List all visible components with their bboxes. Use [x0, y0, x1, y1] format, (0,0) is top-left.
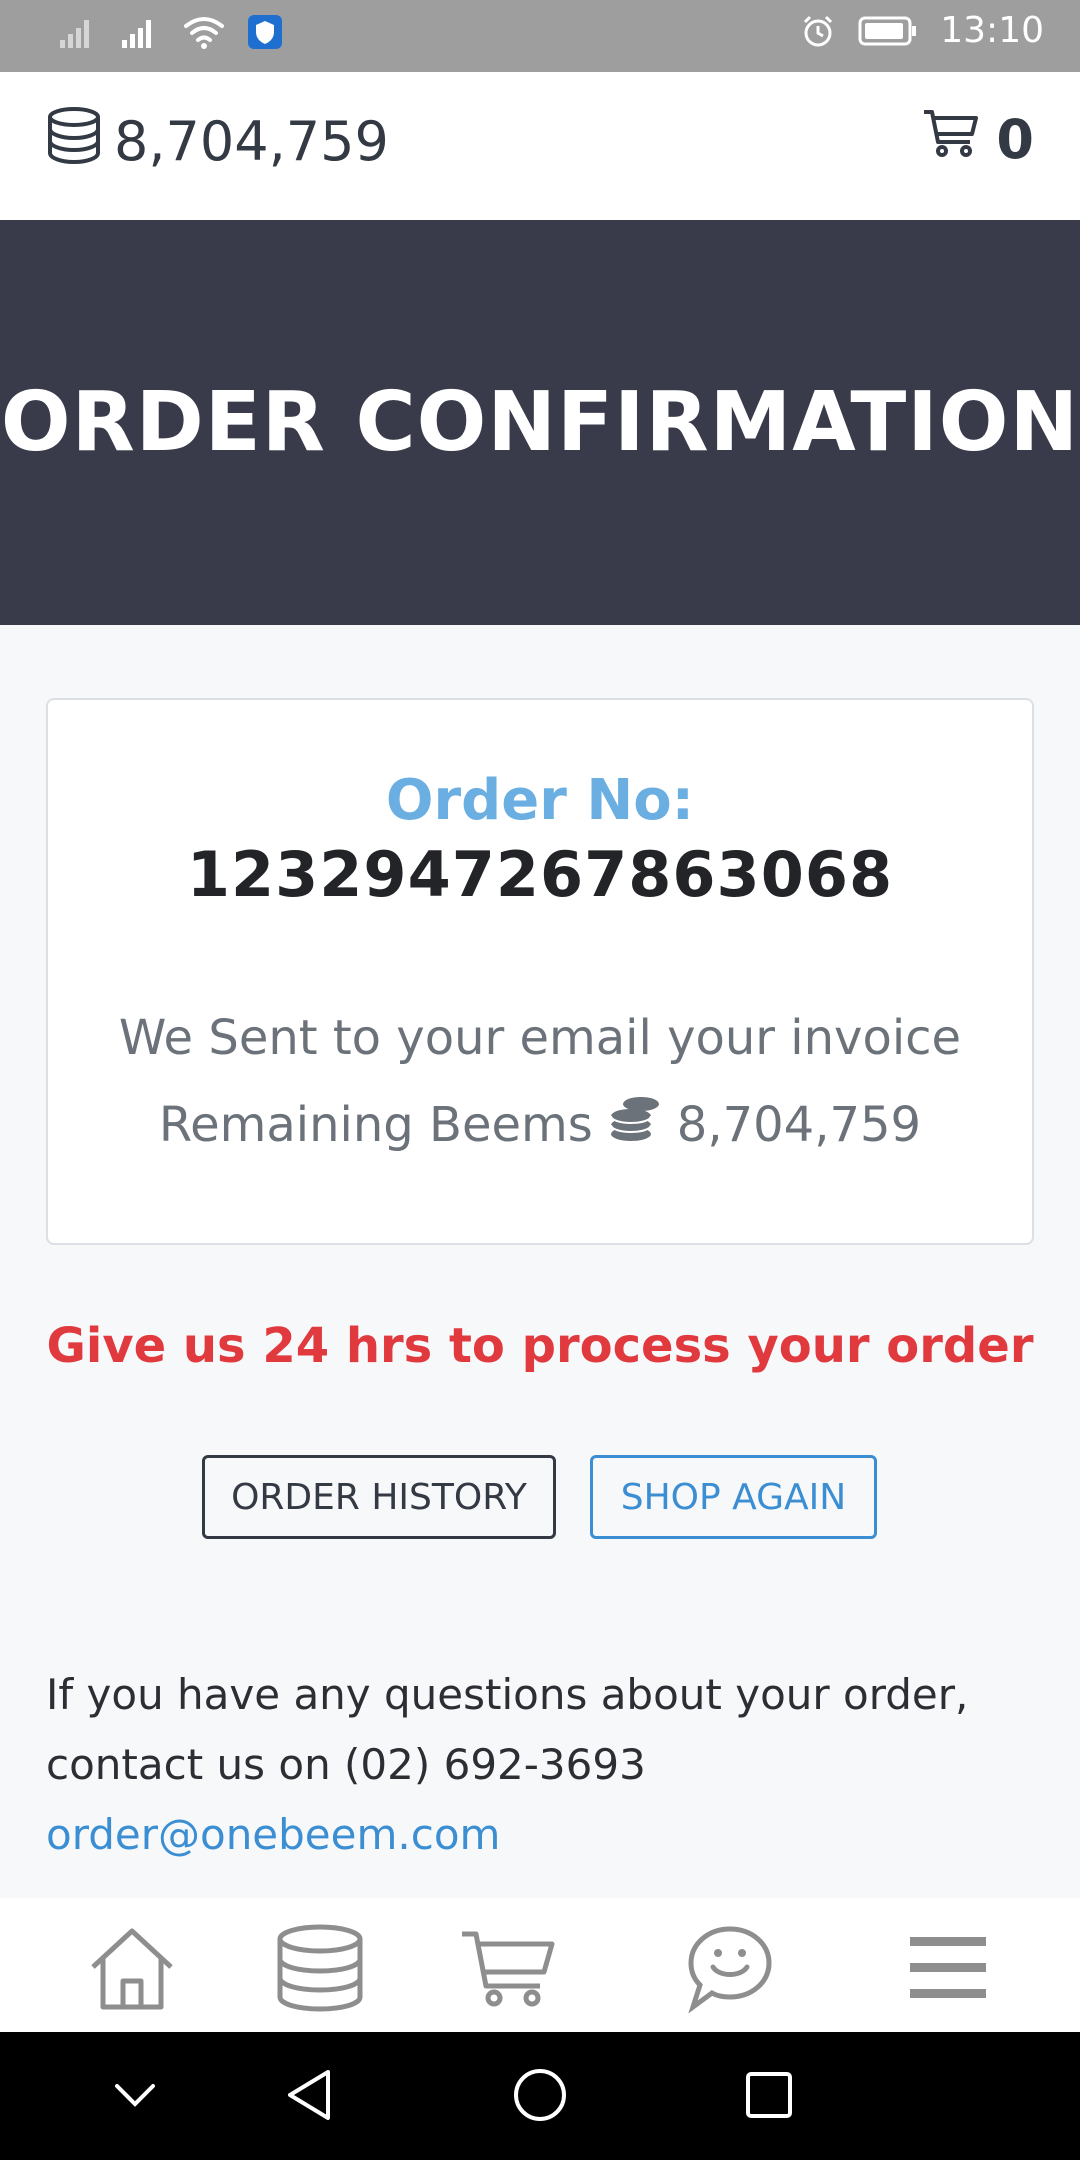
- remaining-beems: Remaining Beems 8,704,759: [48, 1094, 1032, 1156]
- status-right: 13:10: [800, 10, 1044, 51]
- system-recents-button[interactable]: [734, 2062, 804, 2132]
- system-home-button[interactable]: [505, 2062, 575, 2132]
- contact-email-link[interactable]: order@onebeem.com: [46, 1810, 500, 1859]
- processing-notice: Give us 24 hrs to process your order: [46, 1318, 1034, 1374]
- status-left-icons: [58, 14, 282, 50]
- status-bar: 13:10: [0, 0, 1080, 72]
- cart-count: 0: [996, 108, 1034, 171]
- nav-balance-button[interactable]: [270, 1920, 370, 2020]
- balance-value: 8,704,759: [114, 110, 389, 173]
- cart-icon: [460, 1928, 556, 2013]
- contact-info: If you have any questions about your ord…: [46, 1660, 1046, 1870]
- invoice-sent-text: We Sent to your email your invoice: [118, 1010, 962, 1066]
- remaining-value: 8,704,759: [676, 1097, 922, 1153]
- bottom-navigation: [0, 1898, 1080, 2032]
- order-number: 1232947267863068: [186, 838, 894, 911]
- order-history-button[interactable]: ORDER HISTORY: [202, 1455, 556, 1539]
- order-number-label: Order No:: [385, 768, 695, 833]
- contact-text: If you have any questions about your ord…: [46, 1670, 969, 1789]
- page-title: ORDER CONFIRMATION: [0, 375, 1080, 470]
- wifi-icon: [182, 14, 226, 50]
- chat-smile-icon: [685, 1923, 775, 2018]
- status-time: 13:10: [940, 10, 1044, 51]
- page-header-banner: ORDER CONFIRMATION: [0, 220, 1080, 625]
- battery-icon: [858, 15, 918, 47]
- shop-again-button[interactable]: SHOP AGAIN: [590, 1455, 877, 1539]
- system-hide-keyboard-button[interactable]: [100, 2062, 170, 2132]
- database-icon: [275, 1923, 365, 2018]
- recents-icon: [744, 2070, 794, 2125]
- nav-menu-button[interactable]: [898, 1920, 998, 2020]
- system-navigation-bar: [0, 2032, 1080, 2160]
- order-summary-card: Order No: 1232947267863068 We Sent to yo…: [46, 698, 1034, 1245]
- nav-chat-button[interactable]: [680, 1920, 780, 2020]
- menu-icon: [908, 1935, 988, 2006]
- nav-home-button[interactable]: [82, 1920, 182, 2020]
- nav-cart-button[interactable]: [458, 1920, 558, 2020]
- chevron-down-icon: [113, 2080, 157, 2115]
- balance-display[interactable]: 8,704,759: [46, 106, 389, 177]
- cart-summary[interactable]: 0: [922, 108, 1034, 171]
- remaining-label: Remaining Beems: [158, 1097, 593, 1153]
- database-coins-icon: [46, 106, 102, 177]
- alarm-icon: [800, 13, 836, 49]
- home-icon: [87, 1925, 177, 2016]
- vpn-shield-icon: [248, 15, 282, 49]
- home-circle-icon: [512, 2067, 568, 2128]
- coins-icon: [607, 1094, 663, 1156]
- signal-icon: [58, 14, 98, 50]
- cart-icon: [922, 108, 980, 171]
- signal-icon: [120, 14, 160, 50]
- back-icon: [284, 2068, 334, 2127]
- system-back-button[interactable]: [274, 2062, 344, 2132]
- top-bar: 8,704,759 0: [0, 72, 1080, 220]
